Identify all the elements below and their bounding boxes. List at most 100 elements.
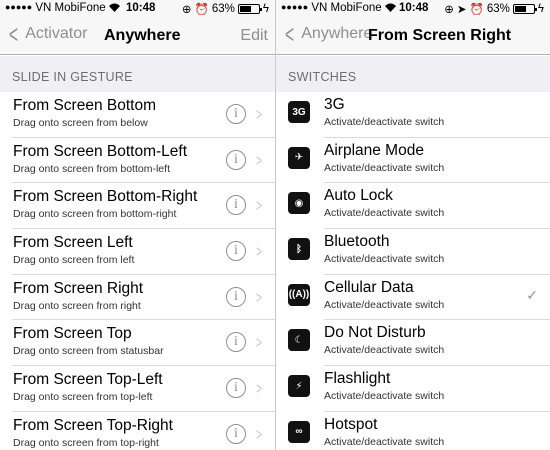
wifi-icon xyxy=(384,3,396,12)
section-header: SLIDE IN GESTURE xyxy=(0,56,275,92)
info-icon[interactable]: i xyxy=(226,149,246,170)
item-subtitle: Activate/deactivate switch xyxy=(324,435,445,448)
item-title: Hotspot xyxy=(324,415,378,433)
section-header: SWITCHES xyxy=(276,56,550,92)
list-item[interactable]: From Screen Top-Right Drag onto screen fr… xyxy=(0,411,275,450)
info-icon[interactable]: i xyxy=(226,423,246,444)
status-time: 10:48 xyxy=(126,2,156,14)
flashlight-icon: ⚡ xyxy=(288,375,310,398)
moon-icon: ☾ xyxy=(288,329,310,352)
list-item[interactable]: From Screen Bottom Drag onto screen from … xyxy=(0,92,275,138)
status-time: 10:48 xyxy=(399,2,429,14)
wifi-icon xyxy=(108,3,120,12)
edit-button[interactable]: Edit xyxy=(240,27,268,45)
status-right: ⊕ ⏰ 63% ϟ xyxy=(182,2,269,16)
info-icon[interactable]: i xyxy=(226,332,246,353)
item-subtitle: Drag onto screen from below xyxy=(13,117,148,129)
status-bar: ●●●●● VN MobiFone 10:48 ⊕ ⏰ 63% ϟ xyxy=(0,0,275,18)
list-item[interactable]: From Screen Right Drag onto screen from r… xyxy=(0,274,275,321)
item-subtitle: Activate/deactivate switch xyxy=(324,253,445,266)
back-button[interactable]: < Activator xyxy=(6,19,88,49)
signal-dots-icon: ●●●●● xyxy=(281,2,309,12)
list-item[interactable]: ((A)) Cellular Data Activate/deactivate sw… xyxy=(276,274,550,321)
list-item[interactable]: 3G 3G Activate/deactivate switch xyxy=(276,92,550,138)
alarm-icon: ⏰ xyxy=(469,4,484,16)
page-title: From Screen Right xyxy=(368,27,512,44)
info-icon[interactable]: i xyxy=(226,286,246,307)
item-title: Flashlight xyxy=(324,370,391,388)
item-title: Do Not Disturb xyxy=(324,324,426,342)
3g-icon: 3G xyxy=(288,101,310,123)
list-item[interactable]: From Screen Bottom-Right Drag onto screen… xyxy=(0,183,275,230)
list-item[interactable]: From Screen Top Drag onto screen from sta… xyxy=(0,320,275,367)
alarm-icon: ⏰ xyxy=(194,4,209,16)
battery-icon xyxy=(512,4,537,14)
chevron-left-icon: < xyxy=(9,19,19,49)
item-title: Airplane Mode xyxy=(324,141,424,159)
item-title: Bluetooth xyxy=(324,233,390,251)
chevron-right-icon: > xyxy=(255,105,262,124)
item-subtitle: Activate/deactivate switch xyxy=(324,207,445,220)
list-item[interactable]: ᛒ Bluetooth Activate/deactivate switch xyxy=(276,229,550,275)
item-title: From Screen Top xyxy=(13,325,132,343)
info-icon[interactable]: i xyxy=(226,241,246,262)
list-item[interactable]: ✈ Airplane Mode Activate/deactivate switch xyxy=(276,137,550,184)
list-item[interactable]: From Screen Bottom-Left Drag onto screen … xyxy=(0,137,275,184)
item-subtitle: Drag onto screen from right xyxy=(13,299,141,312)
back-button[interactable]: < Anywhere xyxy=(282,21,372,47)
list-item[interactable]: ∞ Hotspot Activate/deactivate switch xyxy=(276,411,550,450)
navigation-bar: < Activator Anywhere Edit xyxy=(0,18,275,55)
item-title: 3G xyxy=(324,96,345,113)
battery-percent: 63% xyxy=(486,3,510,15)
chevron-right-icon: > xyxy=(255,379,262,399)
item-subtitle: Activate/deactivate switch xyxy=(324,116,445,128)
chevron-right-icon: > xyxy=(255,287,262,307)
carrier-indicator: ●●●●● VN MobiFone xyxy=(5,2,120,14)
item-subtitle: Activate/deactivate switch xyxy=(324,344,445,357)
item-title: From Screen Bottom-Right xyxy=(13,188,198,206)
checkmark-icon: ✓ xyxy=(526,286,538,303)
list-item[interactable]: ⚡ Flashlight Activate/deactivate switch xyxy=(276,366,550,412)
info-icon[interactable]: i xyxy=(226,378,246,399)
back-label: Activator xyxy=(25,25,88,42)
item-title: From Screen Top-Right xyxy=(13,416,173,434)
info-icon[interactable]: i xyxy=(226,104,246,124)
item-title: Cellular Data xyxy=(324,278,414,296)
item-subtitle: Activate/deactivate switch xyxy=(324,390,445,403)
chevron-right-icon: > xyxy=(255,150,262,170)
item-subtitle: Activate/deactivate switch xyxy=(324,161,445,174)
navigation-bar: < Anywhere From Screen Right xyxy=(276,18,550,55)
item-title: From Screen Bottom xyxy=(13,97,156,114)
status-bar: ●●●●● VN MobiFone 10:48 ⊕ ➤ ⏰ 63% ϟ xyxy=(276,0,550,18)
battery-percent: 63% xyxy=(211,3,235,15)
list-item[interactable]: From Screen Left Drag onto screen from le… xyxy=(0,229,275,275)
item-subtitle: Drag onto screen from bottom-right xyxy=(13,208,177,221)
carrier-name: VN MobiFone xyxy=(311,2,382,14)
right-screen: ●●●●● VN MobiFone 10:48 ⊕ ➤ ⏰ 63% ϟ < Any… xyxy=(276,0,550,450)
item-subtitle: Drag onto screen from statusbar xyxy=(13,345,164,358)
chevron-right-icon: > xyxy=(255,196,262,216)
carrier-name: VN MobiFone xyxy=(35,2,106,14)
cellular-data-icon: ((A)) xyxy=(288,283,310,306)
lock-rotation-icon: ⊕ xyxy=(444,4,454,16)
chevron-right-icon: > xyxy=(255,242,262,262)
charging-icon: ϟ xyxy=(262,3,269,15)
item-title: From Screen Top-Left xyxy=(13,371,163,389)
battery-icon xyxy=(237,4,262,14)
list-item[interactable]: From Screen Top-Left Drag onto screen fro… xyxy=(0,366,275,412)
location-icon: ➤ xyxy=(456,4,467,16)
item-title: From Screen Bottom-Left xyxy=(13,142,188,160)
item-subtitle: Activate/deactivate switch xyxy=(324,298,445,311)
item-title: From Screen Left xyxy=(13,234,133,252)
chevron-right-icon: > xyxy=(255,333,262,353)
section-label: SWITCHES xyxy=(288,70,357,84)
left-screen: ●●●●● VN MobiFone 10:48 ⊕ ⏰ 63% ϟ < Activ… xyxy=(0,0,275,450)
list-item[interactable]: ◉ Auto Lock Activate/deactivate switch xyxy=(276,183,550,230)
hotspot-icon: ∞ xyxy=(288,420,310,443)
status-right: ⊕ ➤ ⏰ 63% ϟ xyxy=(444,2,544,16)
item-title: From Screen Right xyxy=(13,279,144,297)
list-item[interactable]: ☾ Do Not Disturb Activate/deactivate switc… xyxy=(276,320,550,367)
item-subtitle: Drag onto screen from top-right xyxy=(13,436,159,449)
item-subtitle: Drag onto screen from left xyxy=(13,254,135,267)
info-icon[interactable]: i xyxy=(226,195,246,216)
